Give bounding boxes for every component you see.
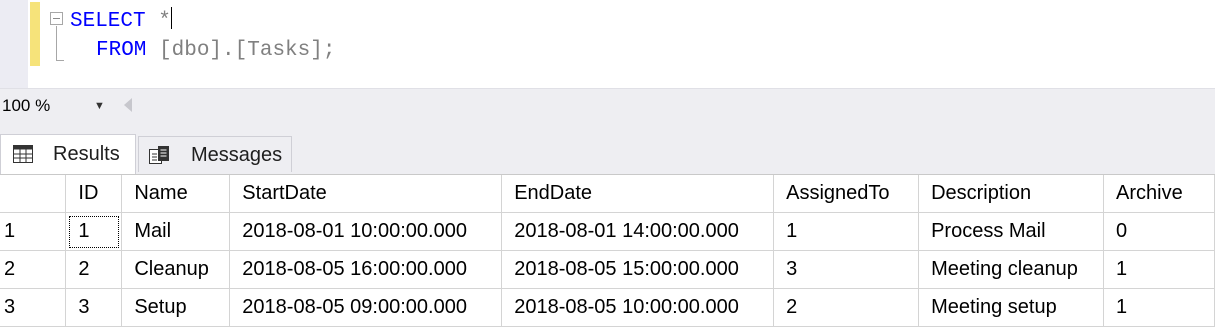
- scroll-left-arrow-icon[interactable]: [124, 98, 132, 112]
- collapse-outline-icon[interactable]: [50, 12, 63, 25]
- table-cell[interactable]: 2: [65, 250, 123, 289]
- table-cell[interactable]: 1: [773, 212, 920, 251]
- table-cell[interactable]: 2018-08-05 15:00:00.000: [501, 250, 775, 289]
- table-cell[interactable]: Mail: [121, 212, 231, 251]
- table-cell[interactable]: Meeting cleanup: [918, 250, 1105, 289]
- code-line-2[interactable]: FROM [dbo].[Tasks];: [96, 39, 335, 63]
- messages-icon: [149, 146, 169, 164]
- sql-table-name: [dbo].[Tasks];: [146, 39, 336, 62]
- row-number[interactable]: 2: [0, 250, 67, 289]
- grid-icon: [13, 145, 33, 163]
- table-cell[interactable]: Setup: [121, 288, 231, 327]
- change-indicator-bar: [30, 2, 40, 66]
- table-row[interactable]: 3 3 Setup 2018-08-05 09:00:00.000 2018-0…: [0, 288, 1215, 327]
- row-number-header[interactable]: [0, 175, 67, 213]
- results-grid[interactable]: ID Name StartDate EndDate AssignedTo Des…: [0, 174, 1215, 332]
- query-editor[interactable]: SELECT * FROM [dbo].[Tasks];: [0, 0, 1215, 88]
- table-cell[interactable]: Cleanup: [121, 250, 231, 289]
- tab-messages-label: Messages: [191, 144, 283, 166]
- table-cell[interactable]: 2018-08-05 10:00:00.000: [501, 288, 775, 327]
- table-cell[interactable]: 1: [65, 212, 123, 251]
- row-number[interactable]: 3: [0, 288, 67, 327]
- table-cell[interactable]: 2018-08-05 09:00:00.000: [229, 288, 503, 327]
- table-cell[interactable]: 2: [773, 288, 920, 327]
- results-tabs: Results Messages: [0, 122, 1215, 174]
- column-header[interactable]: Description: [918, 175, 1105, 213]
- table-row[interactable]: 1 1 Mail 2018-08-01 10:00:00.000 2018-08…: [0, 212, 1215, 251]
- editor-gutter: [0, 0, 28, 88]
- table-cell[interactable]: 1: [1103, 288, 1215, 327]
- table-row[interactable]: 2 2 Cleanup 2018-08-05 16:00:00.000 2018…: [0, 250, 1215, 289]
- tab-messages[interactable]: Messages: [138, 136, 292, 172]
- table-cell[interactable]: 3: [65, 288, 123, 327]
- sql-select-star: *: [145, 10, 171, 33]
- tab-results[interactable]: Results: [0, 134, 136, 174]
- chevron-down-icon[interactable]: ▼: [94, 94, 105, 118]
- zoom-bar: 100 % ▼: [0, 88, 1215, 123]
- table-cell[interactable]: 3: [773, 250, 920, 289]
- column-header[interactable]: Name: [121, 175, 231, 213]
- column-header[interactable]: AssignedTo: [773, 175, 920, 213]
- table-cell[interactable]: 2018-08-01 10:00:00.000: [229, 212, 503, 251]
- column-header[interactable]: Archive: [1103, 175, 1215, 213]
- sql-keyword-select: SELECT: [70, 10, 146, 33]
- zoom-dropdown[interactable]: 100 % ▼: [0, 94, 116, 118]
- table-cell[interactable]: 2018-08-01 14:00:00.000: [501, 212, 775, 251]
- table-cell[interactable]: Meeting setup: [918, 288, 1105, 327]
- tab-results-label: Results: [53, 143, 120, 165]
- table-cell[interactable]: 2018-08-05 16:00:00.000: [229, 250, 503, 289]
- header-row: ID Name StartDate EndDate AssignedTo Des…: [0, 175, 1215, 213]
- zoom-value: 100 %: [2, 96, 51, 115]
- sql-keyword-from: FROM: [96, 39, 147, 62]
- results-table: ID Name StartDate EndDate AssignedTo Des…: [0, 175, 1215, 327]
- text-cursor: [170, 7, 172, 29]
- table-cell[interactable]: 0: [1103, 212, 1215, 251]
- table-cell[interactable]: 1: [1103, 250, 1215, 289]
- column-header[interactable]: StartDate: [229, 175, 503, 213]
- outline-guide-end: [56, 60, 64, 61]
- column-header[interactable]: ID: [65, 175, 123, 213]
- column-header[interactable]: EndDate: [501, 175, 775, 213]
- table-cell[interactable]: Process Mail: [918, 212, 1105, 251]
- row-number[interactable]: 1: [0, 212, 67, 251]
- code-line-1[interactable]: SELECT *: [70, 7, 172, 34]
- outline-guide: [56, 26, 57, 61]
